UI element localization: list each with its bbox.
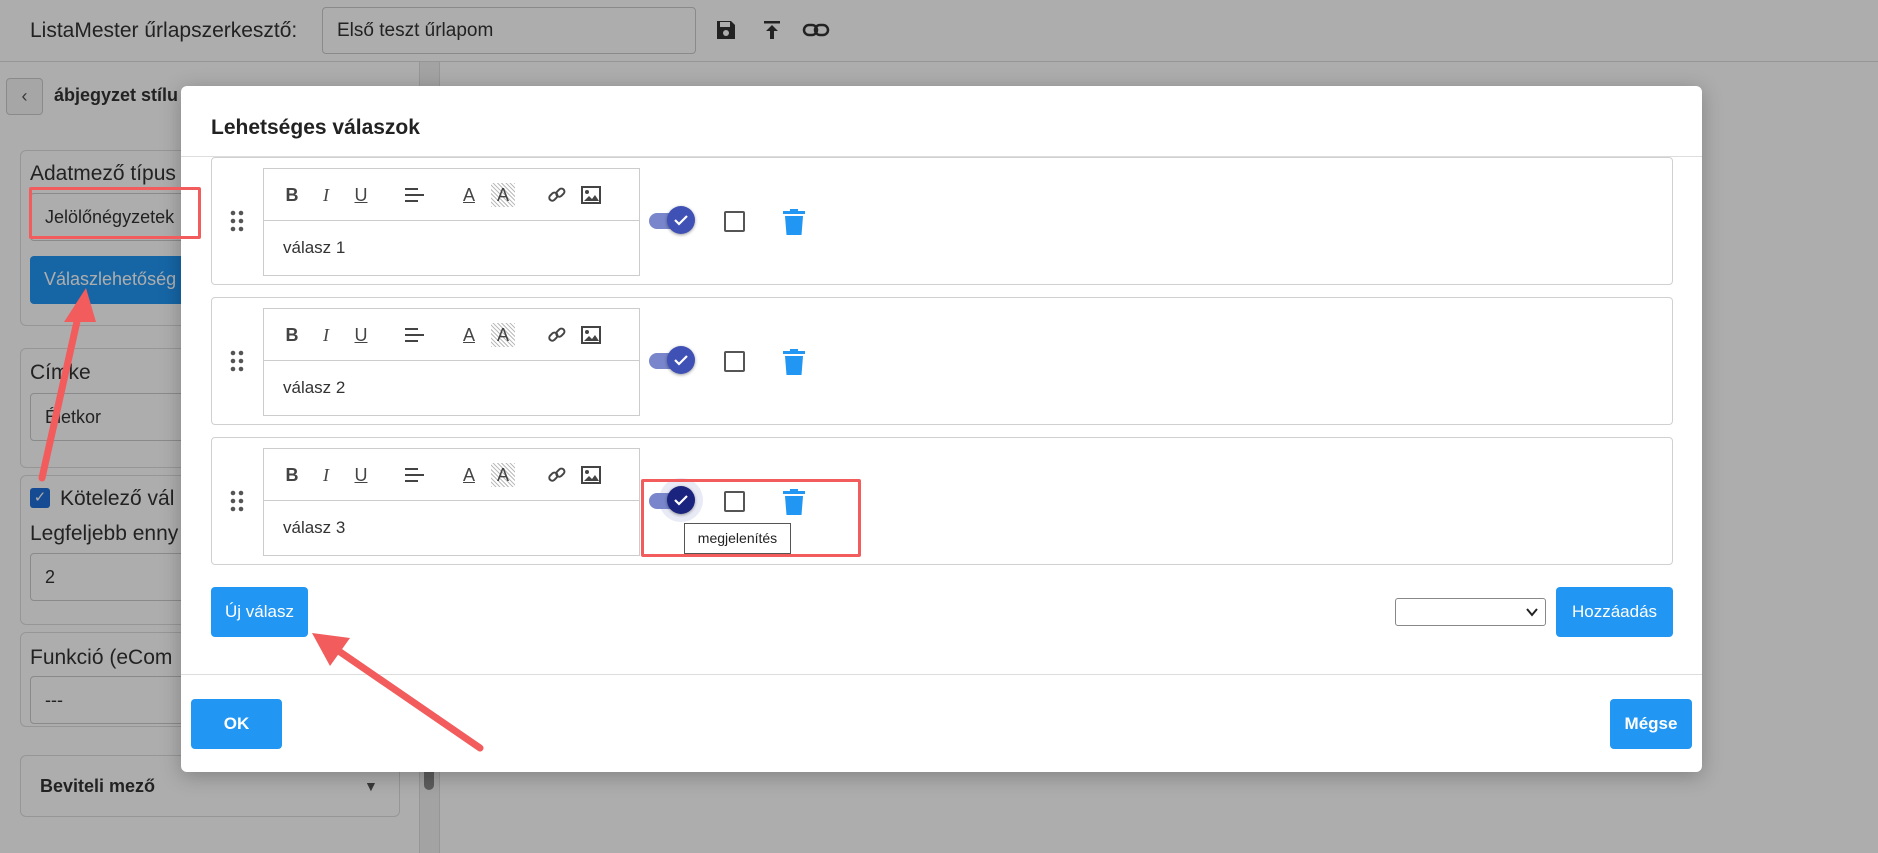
trash-icon[interactable] (783, 209, 805, 235)
italic-button[interactable]: I (314, 323, 338, 347)
bold-button[interactable]: B (280, 463, 304, 487)
editor-toolbar: B I U A A (264, 169, 639, 221)
answer-template-select[interactable] (1395, 598, 1546, 626)
new-answer-button[interactable]: Új válasz (211, 587, 308, 637)
highlight-box-field-type (29, 187, 201, 239)
rich-text-editor[interactable]: B I U A A válasz 2 (263, 308, 640, 416)
answers-modal: Lehetséges válaszok B I U A A válasz 1 B… (181, 86, 1702, 772)
highlight-button[interactable]: A (491, 463, 515, 487)
answer-row: B I U A A válasz 1 (211, 157, 1673, 285)
ok-button[interactable]: OK (191, 699, 282, 749)
visibility-toggle[interactable] (649, 204, 695, 238)
check-icon (667, 346, 695, 374)
answer-text: válasz 1 (283, 238, 346, 257)
italic-button[interactable]: I (314, 463, 338, 487)
drag-handle-icon[interactable] (230, 210, 244, 232)
align-left-icon[interactable] (403, 183, 427, 207)
highlight-button[interactable]: A (491, 323, 515, 347)
link-icon[interactable] (545, 323, 569, 347)
answer-row: B I U A A válasz 3 (211, 437, 1673, 565)
drag-handle-icon[interactable] (230, 490, 244, 512)
editor-toolbar: B I U A A (264, 449, 639, 501)
trash-icon[interactable] (783, 349, 805, 375)
font-color-button[interactable]: A (457, 183, 481, 207)
add-button[interactable]: Hozzáadás (1556, 587, 1673, 637)
answer-row: B I U A A válasz 2 (211, 297, 1673, 425)
underline-button[interactable]: U (349, 183, 373, 207)
divider (181, 674, 1702, 675)
answer-text: válasz 2 (283, 378, 346, 397)
cancel-button[interactable]: Mégse (1610, 699, 1692, 749)
font-color-button[interactable]: A (457, 463, 481, 487)
bold-button[interactable]: B (280, 183, 304, 207)
underline-button[interactable]: U (349, 323, 373, 347)
answer-text: válasz 3 (283, 518, 346, 537)
underline-button[interactable]: U (349, 463, 373, 487)
italic-button[interactable]: I (314, 183, 338, 207)
link-icon[interactable] (545, 183, 569, 207)
rich-text-editor[interactable]: B I U A A válasz 3 (263, 448, 640, 556)
image-icon[interactable] (579, 323, 603, 347)
visibility-toggle[interactable] (649, 344, 695, 378)
highlight-box-toggle (641, 479, 861, 557)
link-icon[interactable] (545, 463, 569, 487)
font-color-button[interactable]: A (457, 323, 481, 347)
answer-checkbox[interactable] (724, 351, 745, 372)
image-icon[interactable] (579, 463, 603, 487)
rich-text-editor[interactable]: B I U A A válasz 1 (263, 168, 640, 276)
modal-title: Lehetséges válaszok (211, 116, 420, 139)
align-left-icon[interactable] (403, 323, 427, 347)
answer-checkbox[interactable] (724, 211, 745, 232)
editor-toolbar: B I U A A (264, 309, 639, 361)
drag-handle-icon[interactable] (230, 350, 244, 372)
highlight-button[interactable]: A (491, 183, 515, 207)
align-left-icon[interactable] (403, 463, 427, 487)
bold-button[interactable]: B (280, 323, 304, 347)
image-icon[interactable] (579, 183, 603, 207)
check-icon (667, 206, 695, 234)
